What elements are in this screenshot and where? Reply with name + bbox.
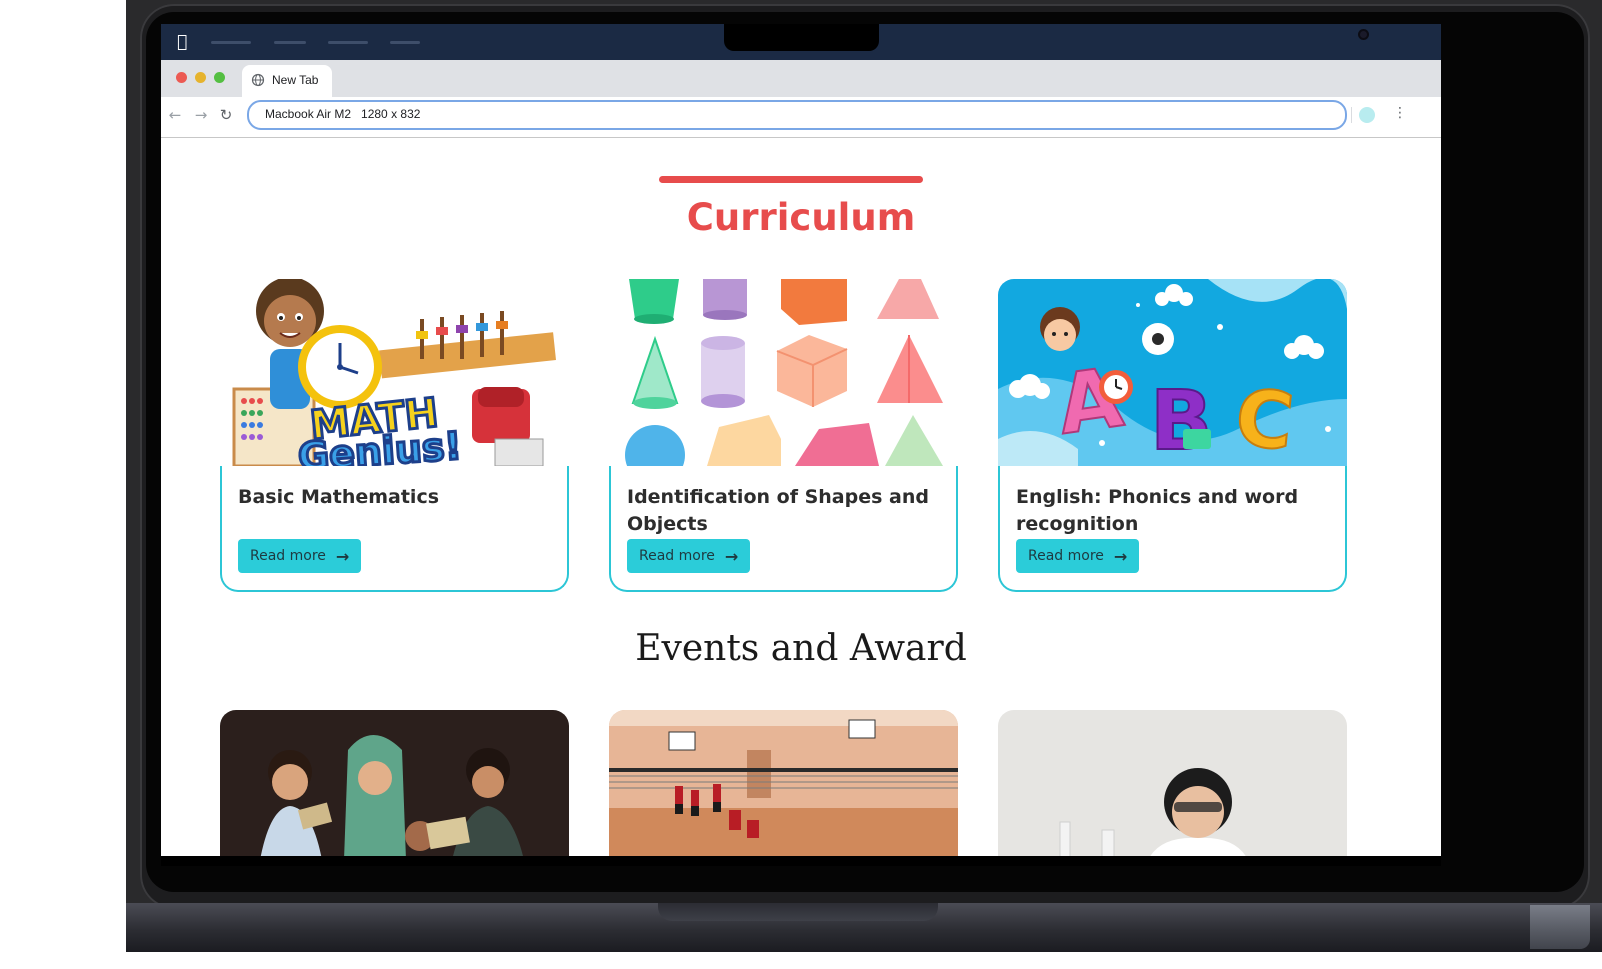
section-divider: [659, 176, 923, 183]
menu-item-placeholder[interactable]: [274, 41, 306, 44]
math-genius-image: MATH Genius!: [220, 279, 569, 466]
read-more-button[interactable]: Read more →: [627, 539, 751, 573]
menu-item-placeholder[interactable]: [328, 41, 368, 44]
reload-icon[interactable]: ↻: [217, 106, 235, 124]
arrow-right-icon: →: [1113, 546, 1128, 566]
card-title: English: Phonics and word recognition: [1016, 486, 1299, 535]
curriculum-card-shapes: Identification of Shapes and Objects Rea…: [609, 279, 958, 592]
camera-icon: [1360, 31, 1367, 38]
menu-item-placeholder[interactable]: [390, 41, 420, 44]
tab-strip: [161, 60, 1441, 97]
window-minimize-button[interactable]: [195, 72, 206, 83]
window-maximize-button[interactable]: [214, 72, 225, 83]
card-title: Identification of Shapes and Objects: [627, 486, 929, 535]
arrow-right-icon: →: [335, 546, 350, 566]
apple-logo-icon[interactable]: : [177, 32, 187, 52]
window-close-button[interactable]: [176, 72, 187, 83]
card-body: Identification of Shapes and Objects Rea…: [609, 466, 958, 592]
screen:  New Tab ← → ↻ Macbook Air M2 1280 x 83…: [161, 24, 1441, 856]
read-more-button[interactable]: Read more →: [238, 539, 362, 573]
read-more-label: Read more: [250, 548, 326, 564]
section-title: Curriculum: [686, 196, 916, 239]
shapes-image: [609, 279, 958, 466]
menu-bar: : [161, 24, 1441, 60]
laptop-base-rim: [1530, 905, 1590, 949]
card-body: English: Phonics and word recognition Re…: [998, 466, 1347, 592]
camera-notch: [724, 24, 1367, 51]
curriculum-card-english: A B C English: Phonics and word recognit…: [998, 279, 1347, 592]
read-more-label: Read more: [639, 548, 715, 564]
svg-text:B: B: [1150, 374, 1213, 466]
laptop-base-notch: [658, 903, 938, 921]
family-photo: [220, 710, 569, 856]
kebab-menu-icon[interactable]: ⋮: [1393, 105, 1407, 121]
globe-icon: [251, 73, 265, 87]
event-card-family[interactable]: [220, 710, 569, 856]
back-arrow-icon[interactable]: ←: [166, 106, 184, 124]
toolbar-divider: [1351, 107, 1352, 123]
card-body: Basic Mathematics Read more →: [220, 466, 569, 592]
browser-toolbar: ← → ↻ Macbook Air M2 1280 x 832 ⋮: [161, 97, 1441, 138]
event-card-science[interactable]: [998, 710, 1347, 856]
science-girl-photo: [998, 710, 1347, 856]
profile-avatar[interactable]: [1359, 107, 1375, 123]
card-title: Basic Mathematics: [238, 486, 440, 508]
arrow-right-icon: →: [724, 546, 739, 566]
read-more-button[interactable]: Read more →: [1016, 539, 1140, 573]
tab-title: New Tab: [272, 73, 319, 87]
abc-phonics-image: A B C: [998, 279, 1347, 466]
svg-text:C: C: [1231, 373, 1297, 466]
events-section-title: Events and Award: [635, 628, 967, 669]
address-bar[interactable]: Macbook Air M2 1280 x 832: [247, 100, 1347, 130]
tab-new-tab[interactable]: New Tab: [242, 65, 332, 97]
read-more-label: Read more: [1028, 548, 1104, 564]
menu-item-placeholder[interactable]: [211, 41, 251, 44]
curriculum-card-math: MATH Genius! Basic Mathematics Read more…: [220, 279, 569, 592]
event-card-volleyball[interactable]: [609, 710, 958, 856]
address-text: Macbook Air M2 1280 x 832: [265, 107, 421, 121]
forward-arrow-icon[interactable]: →: [192, 106, 210, 124]
screen-bottom-edge: [161, 856, 1441, 866]
volleyball-gym-photo: [609, 710, 958, 856]
